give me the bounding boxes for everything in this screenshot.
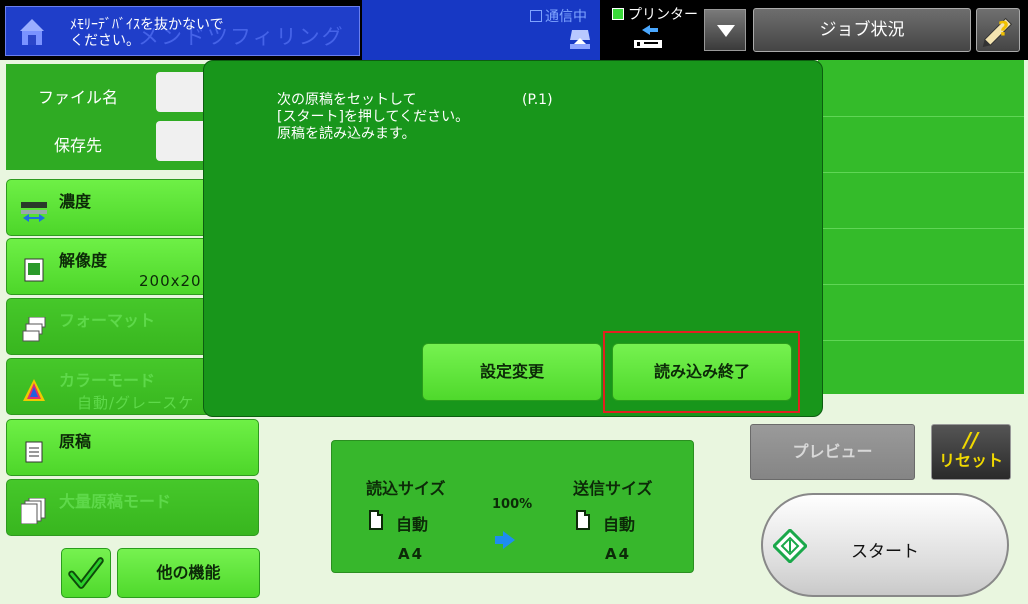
start-diamond-icon — [773, 529, 807, 563]
size-panel: 読込サイズ 送信サイズ 自動 自動 100% A4 A4 — [331, 440, 694, 573]
comm-status-label: 通信中 — [545, 9, 587, 25]
bulk-original-mode-button[interactable]: 大量原稿モード — [6, 479, 259, 536]
dropdown-button[interactable] — [704, 9, 746, 51]
memory-notice: ﾒﾓﾘｰﾃﾞﾊﾞｲｽを抜かないで ください。 — [70, 17, 224, 49]
checkbox-icon — [530, 10, 542, 22]
original-icon — [25, 441, 43, 463]
reset-slashes: // — [963, 428, 979, 452]
color-mode-value: 自動/グレースケ — [77, 394, 195, 412]
start-button[interactable]: スタート — [761, 493, 1009, 597]
filename-label: ファイル名 — [38, 88, 119, 107]
destination-label: 保存先 — [54, 136, 103, 155]
send-paper-value: A4 — [605, 545, 632, 563]
other-functions-button[interactable]: 他の機能 — [117, 548, 260, 598]
color-mode-icon — [23, 379, 45, 401]
right-list-area — [818, 60, 1024, 394]
format-label: フォーマット — [59, 311, 156, 330]
original-button[interactable]: 原稿 — [6, 419, 259, 476]
document-icon — [576, 510, 590, 530]
help-icon: ? — [982, 18, 1013, 48]
preview-button[interactable]: プレビュー — [750, 424, 915, 480]
copier-screen: メンドツフィリング ﾒﾓﾘｰﾃﾞﾊﾞｲｽを抜かないで ください。 通信中 プリン… — [0, 0, 1028, 604]
tray-icon — [570, 30, 590, 49]
bulk-original-icon — [21, 498, 46, 524]
resolution-value: 200x20 — [139, 272, 202, 290]
page-number: (P.1) — [522, 92, 553, 108]
send-size-label: 送信サイズ — [573, 479, 653, 498]
dialog-message: 次の原稿をセットして [スタート]を押してください。 原稿を読み込みます。 — [277, 92, 470, 142]
scan-size-label: 読込サイズ — [366, 479, 446, 498]
density-label: 濃度 — [59, 192, 92, 211]
color-mode-label: カラーモード — [59, 371, 156, 390]
resolution-icon — [24, 258, 44, 282]
home-icon — [20, 19, 44, 45]
arrow-right-icon — [495, 531, 515, 549]
original-label: 原稿 — [59, 432, 92, 451]
help-button[interactable]: ? — [976, 8, 1020, 52]
scan-mode-value: 自動 — [396, 515, 429, 534]
resolution-label: 解像度 — [59, 251, 108, 270]
top-bar: メンドツフィリング ﾒﾓﾘｰﾃﾞﾊﾞｲｽを抜かないで ください。 通信中 プリン… — [0, 0, 1028, 60]
printer-status: プリンター — [612, 4, 698, 24]
start-label: スタート — [851, 542, 919, 562]
printer-indicator-icon — [612, 8, 624, 20]
confirm-check-button[interactable] — [61, 548, 111, 598]
send-mode-value: 自動 — [603, 515, 636, 534]
reset-label: リセット — [938, 451, 1003, 470]
svg-text:?: ? — [998, 18, 1009, 41]
ratio-value: 100% — [492, 497, 533, 512]
density-icon — [21, 202, 47, 222]
usb-transfer-icon — [634, 25, 662, 48]
home-notice-area[interactable]: メンドツフィリング ﾒﾓﾘｰﾃﾞﾊﾞｲｽを抜かないで ください。 — [5, 6, 360, 56]
finish-scan-highlight — [603, 331, 800, 413]
change-settings-button[interactable]: 設定変更 — [422, 343, 602, 401]
bulk-original-label: 大量原稿モード — [59, 492, 172, 511]
format-icon — [22, 317, 46, 342]
job-status-button[interactable]: ジョブ状況 — [753, 8, 971, 52]
reset-button[interactable]: // リセット — [931, 424, 1011, 480]
file-fields-panel: ファイル名 保存先 — [6, 64, 216, 170]
comm-status: 通信中 — [530, 6, 587, 26]
printer-label: プリンター — [628, 7, 698, 23]
document-icon — [369, 510, 383, 530]
checkmark-icon — [68, 557, 104, 589]
scan-paper-value: A4 — [398, 545, 425, 563]
